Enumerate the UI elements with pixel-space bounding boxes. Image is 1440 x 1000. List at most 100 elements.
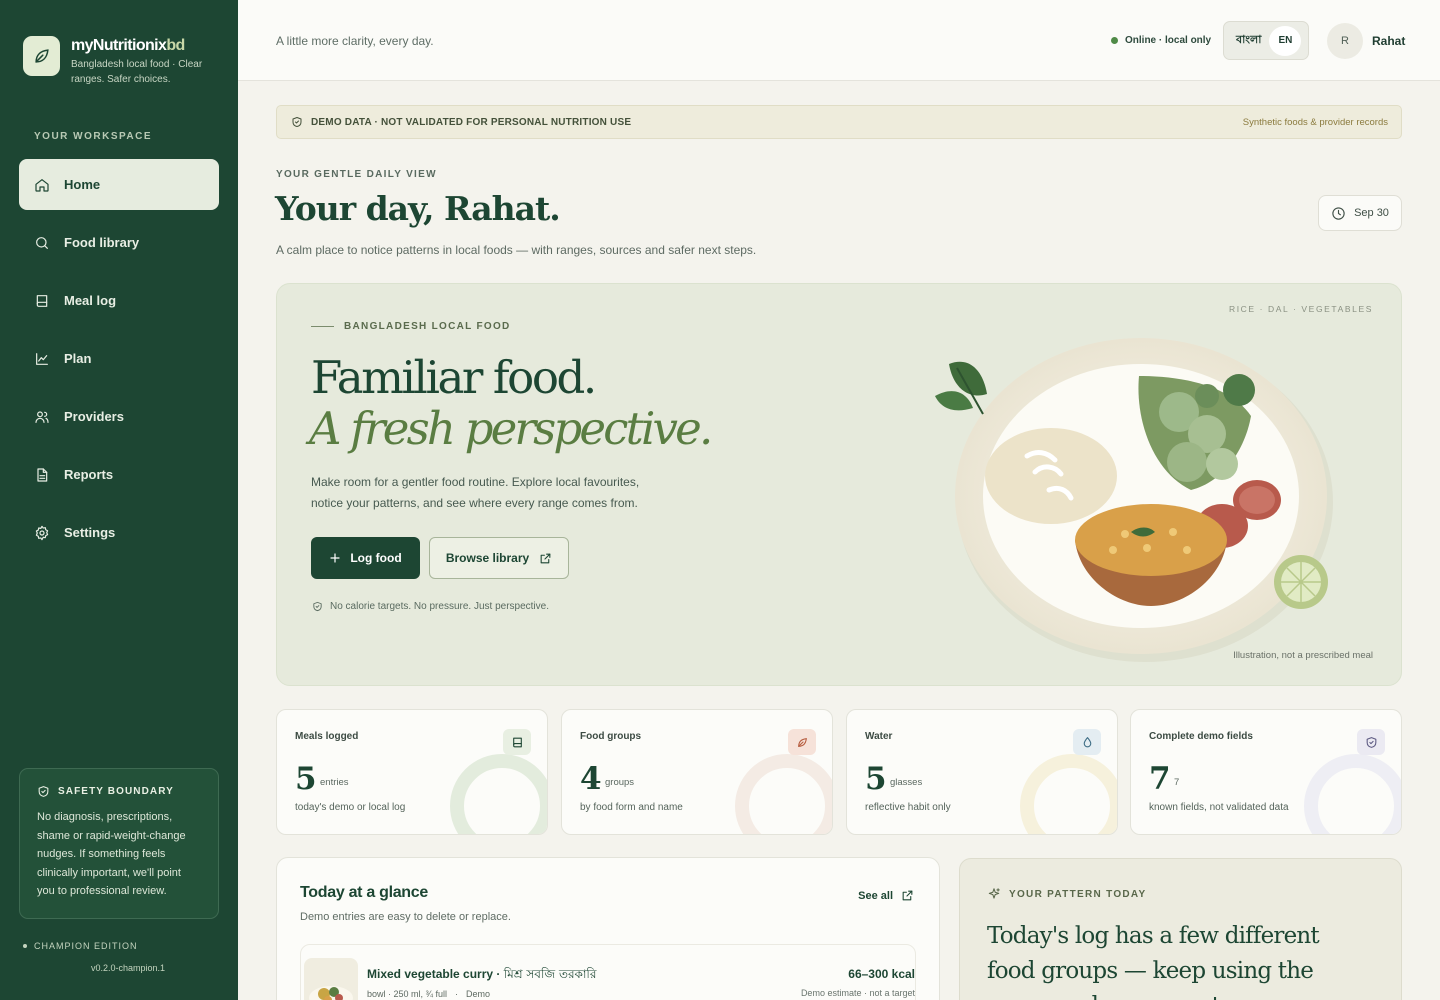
- user-name: Rahat: [1372, 34, 1406, 48]
- pattern-text: Today's log has a few different food gro…: [987, 923, 1320, 1000]
- sparkle-icon: [988, 888, 1000, 899]
- workspace-label: YOUR WORKSPACE: [34, 131, 153, 142]
- page-eyebrow: YOUR GENTLE DAILY VIEW: [276, 169, 437, 180]
- language-toggle[interactable]: বাংলা EN: [1223, 21, 1309, 60]
- book-icon: [36, 294, 48, 307]
- stat-card-meals[interactable]: Meals logged 5 entries today's demo or l…: [276, 709, 548, 835]
- sidebar-item-food-library[interactable]: Food library: [19, 217, 219, 268]
- stat-label: Meals logged: [295, 731, 359, 742]
- page-subtitle: A calm place to notice patterns in local…: [276, 243, 757, 257]
- shield-icon: [1357, 729, 1385, 755]
- sidebar-item-label: Home: [64, 177, 101, 192]
- sidebar-item-label: Meal log: [64, 293, 117, 308]
- sidebar: myNutritionixbd Bangladesh local food · …: [0, 0, 238, 1000]
- pattern-label: YOUR PATTERN TODAY: [987, 887, 1147, 901]
- sidebar-item-providers[interactable]: Providers: [19, 391, 219, 442]
- hero-text: Make room for a gentler food routine. Ex…: [311, 475, 640, 510]
- pattern-today-card: YOUR PATTERN TODAY Today's log has a few…: [959, 858, 1402, 1000]
- stat-label: Complete demo fields: [1149, 731, 1253, 742]
- banner-note: Synthetic foods & provider records: [1242, 116, 1388, 128]
- gear-icon: [35, 525, 49, 540]
- stat-label: Water: [865, 731, 893, 742]
- leaf-icon: [788, 729, 816, 755]
- brand-tagline: Bangladesh local food · Clear ranges. Sa…: [71, 59, 203, 85]
- sidebar-nav: Home Food library Meal log Plan Provider…: [19, 159, 219, 565]
- home-icon: [35, 178, 49, 192]
- version-label: v0.2.0-champion.1: [91, 963, 166, 973]
- stat-value: 7: [1149, 761, 1171, 797]
- sidebar-item-plan[interactable]: Plan: [19, 333, 219, 384]
- avatar: R: [1327, 23, 1363, 59]
- user-menu[interactable]: R Rahat: [1327, 23, 1405, 59]
- stat-subtext: today's demo or local log: [295, 802, 406, 813]
- external-link-icon: [540, 553, 551, 563]
- glance-subtitle: Demo entries are easy to delete or repla…: [300, 911, 511, 923]
- hero-headline-italic: A fresh perspective.: [309, 402, 713, 455]
- edition-label: CHAMPION EDITION: [23, 941, 138, 951]
- lang-option-bn[interactable]: বাংলা: [1236, 31, 1261, 50]
- sidebar-item-label: Food library: [64, 235, 140, 250]
- meal-name: Mixed vegetable curry · মিশ্র সবজি তরকার…: [367, 967, 597, 981]
- shield-check-icon: [292, 117, 302, 127]
- stat-value: 5: [865, 761, 887, 797]
- stat-value: 4: [580, 761, 602, 797]
- stat-unit: 7: [1174, 777, 1180, 788]
- stat-label: Food groups: [580, 731, 642, 742]
- today-at-a-glance-card: Today at a glance Demo entries are easy …: [276, 857, 940, 1000]
- status-indicator: Online · local only: [1111, 35, 1211, 46]
- sidebar-item-label: Providers: [64, 409, 124, 424]
- top-header: A little more clarity, every day. Online…: [238, 0, 1440, 81]
- hero-eyebrow: BANGLADESH LOCAL FOOD: [311, 321, 511, 332]
- brand-name: myNutritionixbd: [71, 37, 185, 54]
- shield-icon: [38, 786, 49, 797]
- stat-subtext: known fields, not validated data: [1149, 802, 1289, 813]
- date-chip[interactable]: Sep 30: [1318, 195, 1402, 231]
- log-food-button[interactable]: Log food: [311, 537, 420, 579]
- book-icon: [503, 729, 531, 755]
- leaf-logo-icon: [23, 36, 60, 76]
- sidebar-item-label: Plan: [64, 351, 92, 366]
- stat-card-demo-fields[interactable]: Complete demo fields 7 7 known fields, n…: [1130, 709, 1402, 835]
- stat-unit: groups: [605, 777, 635, 788]
- sidebar-item-meal-log[interactable]: Meal log: [19, 275, 219, 326]
- users-icon: [35, 410, 49, 423]
- header-tagline: A little more clarity, every day.: [276, 34, 434, 48]
- banner-text: DEMO DATA · NOT VALIDATED FOR PERSONAL N…: [311, 116, 632, 128]
- demo-data-banner: DEMO DATA · NOT VALIDATED FOR PERSONAL N…: [276, 105, 1402, 139]
- meal-kcal-range: 66–300 kcal: [848, 967, 915, 981]
- brand[interactable]: myNutritionixbd Bangladesh local food · …: [23, 36, 211, 87]
- page-title: Your day, Rahat.: [275, 189, 561, 228]
- hero-caption: Illustration, not a prescribed meal: [1233, 650, 1373, 661]
- sidebar-item-label: Reports: [64, 467, 114, 482]
- sidebar-item-home[interactable]: Home: [19, 159, 219, 210]
- external-link-icon: [902, 890, 913, 901]
- browse-library-button[interactable]: Browse library: [429, 537, 569, 579]
- stat-card-food-groups[interactable]: Food groups 4 groups by food form and na…: [561, 709, 833, 835]
- stat-value: 5: [295, 761, 317, 797]
- shield-check-icon: [313, 601, 322, 612]
- sidebar-item-settings[interactable]: Settings: [19, 507, 219, 558]
- meal-thumbnail: [304, 958, 358, 1000]
- meal-entry-row[interactable]: Mixed vegetable curry · মিশ্র সবজি তরকার…: [300, 944, 916, 1000]
- sidebar-item-label: Settings: [64, 525, 116, 540]
- stat-unit: glasses: [890, 777, 923, 788]
- chart-line-icon: [36, 352, 48, 365]
- stat-subtext: by food form and name: [580, 802, 683, 813]
- hero-card: BANGLADESH LOCAL FOOD Familiar food. A f…: [276, 283, 1402, 686]
- stat-decoration: [1020, 754, 1117, 834]
- hero-headline: Familiar food.: [311, 351, 597, 404]
- meal-plate-illustration: [932, 314, 1352, 684]
- stat-unit: entries: [320, 777, 349, 788]
- safety-text: No diagnosis, prescriptions, shame or ra…: [37, 811, 186, 897]
- sidebar-item-reports[interactable]: Reports: [19, 449, 219, 500]
- search-icon: [36, 236, 48, 249]
- see-all-link[interactable]: See all: [858, 889, 914, 902]
- glance-title: Today at a glance: [300, 884, 428, 901]
- stat-card-water[interactable]: Water 5 glasses reflective habit only: [846, 709, 1118, 835]
- meal-estimate-note: Demo estimate · not a target: [800, 988, 915, 998]
- online-dot-icon: [1111, 37, 1118, 44]
- safety-title: SAFETY BOUNDARY: [37, 785, 201, 798]
- droplet-icon: [1073, 729, 1101, 755]
- meal-meta: bowl · 250 ml, ¾ full · Demo: [367, 989, 491, 999]
- lang-option-en[interactable]: EN: [1269, 25, 1302, 56]
